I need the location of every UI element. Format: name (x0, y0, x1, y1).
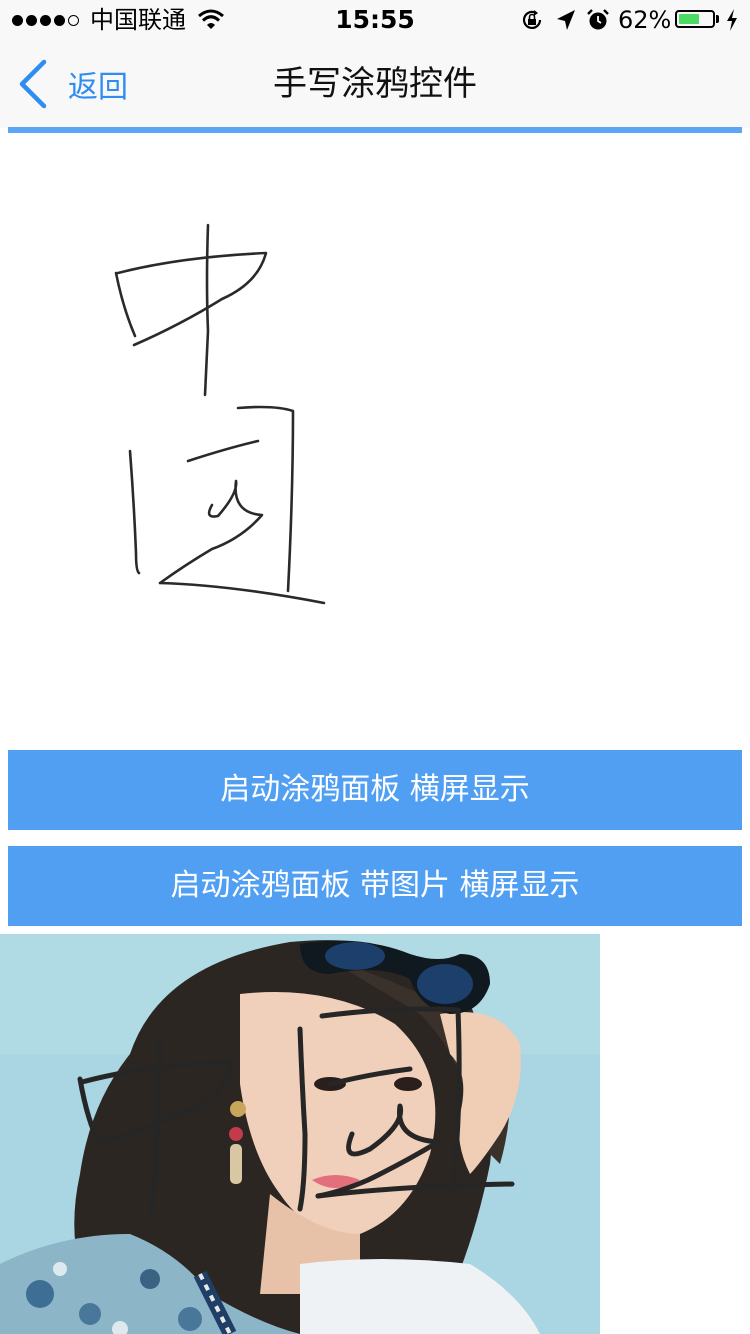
battery-cap (716, 15, 719, 23)
status-bar: 中国联通 15:55 62% (0, 0, 750, 40)
annotated-photo (0, 934, 600, 1334)
orientation-lock-icon (522, 10, 542, 29)
battery-fill (679, 14, 699, 24)
battery-icon (675, 10, 715, 28)
location-icon (557, 10, 575, 30)
launch-with-image-landscape-button[interactable]: 启动涂鸦面板 带图片 横屏显示 (8, 846, 742, 926)
charging-icon (727, 9, 737, 31)
handwriting-strokes (114, 223, 326, 605)
launch-landscape-button[interactable]: 启动涂鸦面板 横屏显示 (8, 750, 742, 830)
page-title: 手写涂鸦控件 (273, 64, 477, 104)
alarm-icon (587, 9, 609, 30)
signature-canvas[interactable] (0, 133, 750, 745)
navigation-bar: 返回 手写涂鸦控件 (0, 40, 750, 128)
photo-handwriting-overlay (77, 1006, 515, 1215)
battery-percentage: 62% (618, 6, 672, 34)
